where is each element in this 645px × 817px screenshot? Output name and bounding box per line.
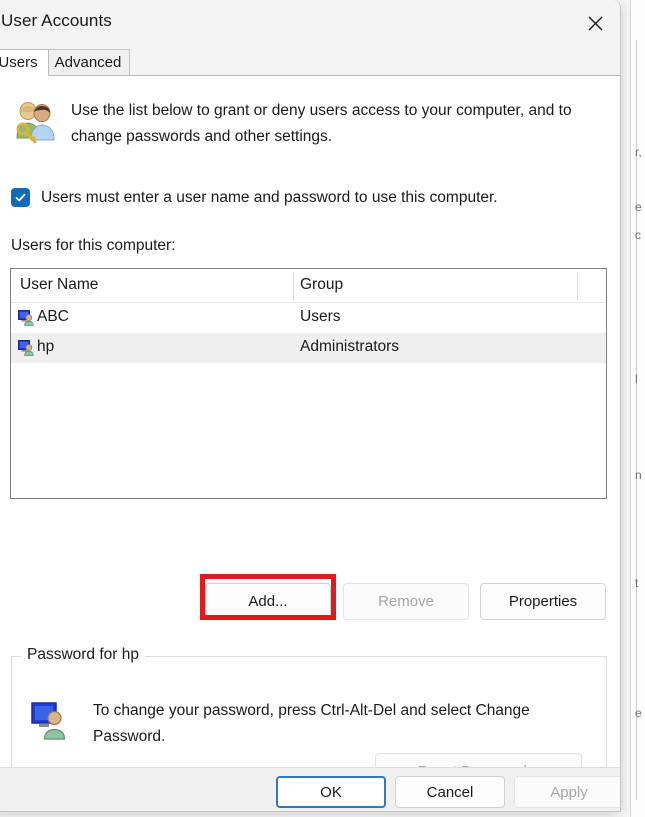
table-row[interactable]: ABC Users	[11, 303, 606, 333]
user-group-cell: Administrators	[300, 338, 400, 355]
tab-users-label: Users	[0, 54, 38, 71]
background-window-edge	[630, 0, 645, 817]
dialog-footer: OK Cancel Apply	[0, 767, 620, 811]
title-bar: User Accounts	[0, 0, 620, 46]
add-button[interactable]: Add...	[205, 583, 331, 620]
remove-button-label: Remove	[378, 593, 434, 610]
background-text-fragment: n	[635, 468, 642, 482]
tab-strip: Users Advanced	[0, 46, 620, 76]
cancel-button[interactable]: Cancel	[395, 776, 505, 808]
require-login-checkbox-label: Users must enter a user name and passwor…	[41, 188, 498, 206]
background-text-fragment: e	[635, 200, 642, 214]
add-button-label: Add...	[248, 593, 288, 610]
user-account-icon	[18, 310, 35, 326]
background-text-fragment: e	[635, 706, 642, 720]
user-account-icon	[18, 340, 35, 356]
user-name-cell: ABC	[37, 308, 69, 325]
close-icon[interactable]	[572, 0, 618, 46]
user-group-cell: Users	[300, 308, 341, 325]
user-accounts-dialog: User Accounts Users Advanced Use the lis…	[0, 0, 621, 812]
tab-advanced-label: Advanced	[54, 54, 122, 71]
background-text-fragment: r,	[635, 145, 642, 159]
user-name-cell: hp	[37, 338, 55, 355]
cancel-button-label: Cancel	[426, 783, 474, 801]
column-divider[interactable]	[577, 272, 578, 300]
tab-users[interactable]: Users	[0, 49, 49, 76]
password-group-legend: Password for hp	[21, 646, 145, 664]
window-title: User Accounts	[1, 11, 112, 30]
user-account-icon	[31, 702, 69, 740]
apply-button-label: Apply	[550, 783, 588, 801]
remove-button[interactable]: Remove	[343, 583, 469, 620]
column-header-group[interactable]: Group	[300, 276, 343, 294]
require-login-checkbox[interactable]: Users must enter a user name and passwor…	[11, 188, 498, 207]
tab-advanced[interactable]: Advanced	[46, 49, 130, 76]
users-with-key-icon	[11, 98, 59, 146]
users-list[interactable]: User Name Group ABC Users hp Administrat…	[10, 268, 607, 499]
background-text-fragment: l	[635, 372, 638, 386]
column-header-user-name[interactable]: User Name	[20, 276, 98, 294]
properties-button-label: Properties	[508, 593, 578, 610]
ok-button-label: OK	[320, 783, 342, 801]
table-row[interactable]: hp Administrators	[11, 333, 606, 363]
properties-button[interactable]: Properties	[480, 583, 606, 620]
tab-panel-users: Use the list below to grant or deny user…	[0, 75, 620, 811]
ok-button[interactable]: OK	[276, 776, 386, 808]
users-list-header: User Name Group	[11, 269, 606, 303]
column-divider[interactable]	[293, 272, 294, 300]
password-instructions: To change your password, press Ctrl-Alt-…	[93, 702, 530, 745]
intro-description: Use the list below to grant or deny user…	[71, 102, 572, 145]
users-list-label: Users for this computer:	[11, 237, 176, 254]
background-text-fragment: c	[635, 228, 641, 242]
checkmark-icon	[11, 188, 30, 207]
apply-button[interactable]: Apply	[514, 776, 620, 808]
background-text-fragment: t	[635, 576, 639, 590]
